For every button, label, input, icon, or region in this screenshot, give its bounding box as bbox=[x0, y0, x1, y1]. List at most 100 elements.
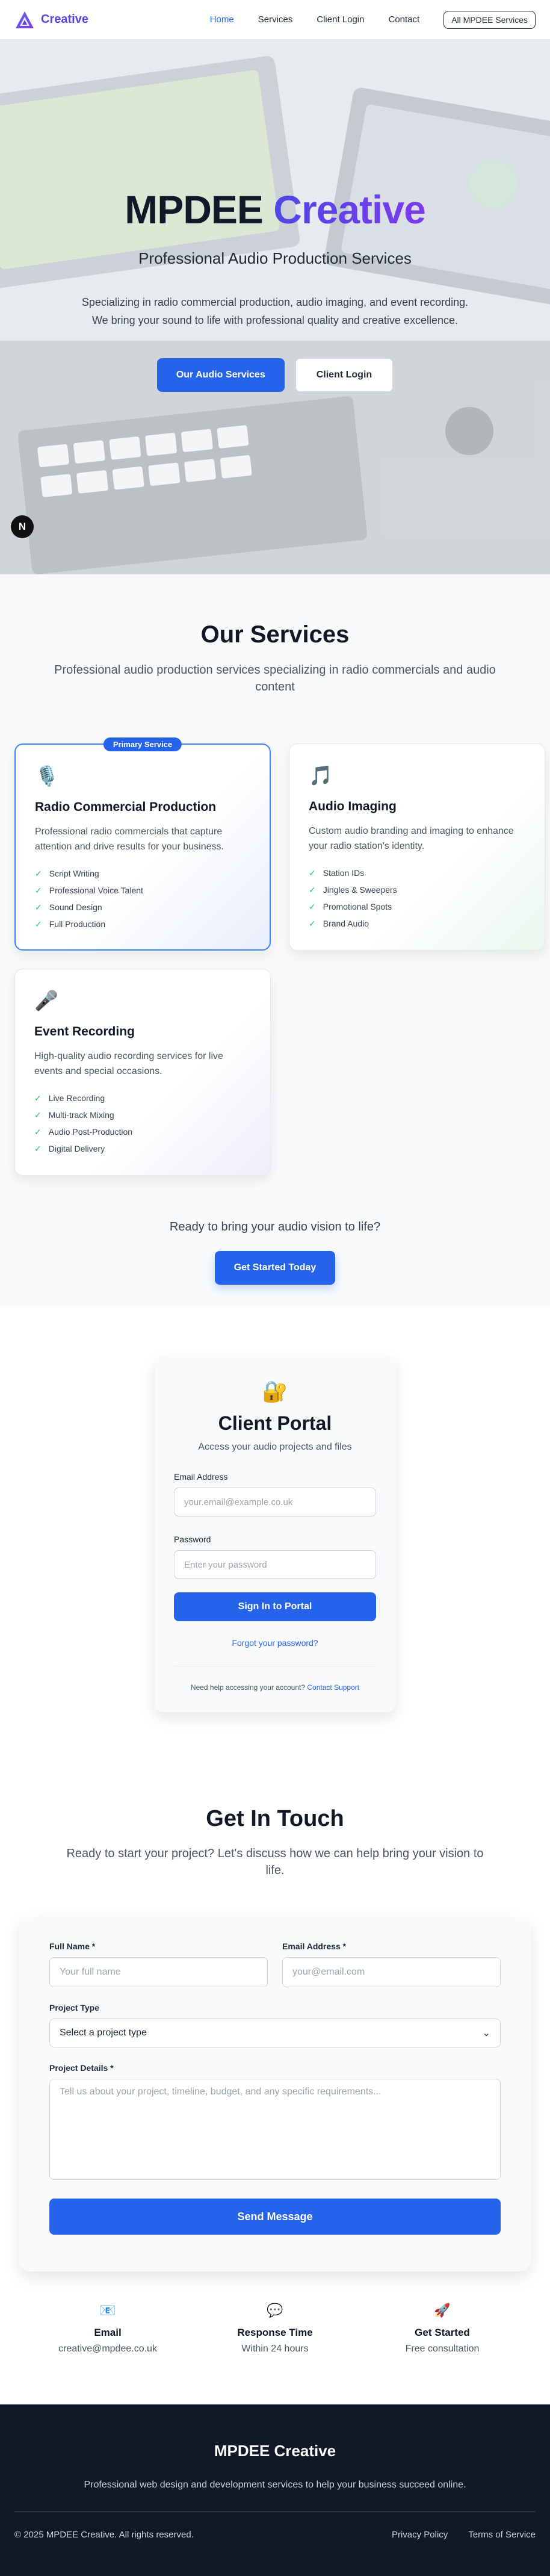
list-item: ✓ Jingles & Sweepers bbox=[309, 881, 525, 898]
info-title: Email bbox=[94, 2327, 122, 2338]
feature-label: Promotional Spots bbox=[323, 902, 392, 911]
contact-subtitle: Ready to start your project? Let's discu… bbox=[66, 1847, 484, 1877]
chevron-down-icon: ⌄ bbox=[482, 2028, 490, 2038]
card-feature-list: ✓ Script Writing ✓ Professional Voice Tale… bbox=[35, 865, 250, 933]
brand-name: Creative bbox=[41, 13, 88, 26]
hero-title-main: MPDEE bbox=[125, 187, 264, 232]
info-value: Free consultation bbox=[405, 2344, 480, 2354]
form-row-name-email: Full Name * Email Address * bbox=[49, 1941, 501, 1987]
brand-logo-icon bbox=[16, 11, 34, 28]
list-item: ✓ Script Writing bbox=[35, 865, 250, 882]
services-section: Our Services Professional audio producti… bbox=[0, 574, 550, 1308]
portal-email-field[interactable] bbox=[174, 1488, 376, 1516]
brand[interactable]: Creative bbox=[14, 10, 88, 30]
full-name-field[interactable] bbox=[49, 1957, 268, 1987]
footer-title: MPDEE Creative bbox=[214, 2442, 336, 2460]
client-portal-card: 🔐 Client Portal Access your audio projec… bbox=[155, 1356, 395, 1712]
list-item: ✓ Sound Design bbox=[35, 899, 250, 916]
info-response-time: 💬 Response Time Within 24 hours bbox=[191, 2303, 359, 2354]
get-started-button[interactable]: Get Started Today bbox=[214, 1251, 336, 1285]
services-subtitle: Professional audio production services s… bbox=[54, 663, 496, 694]
portal-password-field[interactable] bbox=[174, 1550, 376, 1579]
portal-subtitle: Access your audio projects and files bbox=[198, 1442, 352, 1452]
feature-label: Script Writing bbox=[49, 869, 99, 878]
n-badge[interactable]: N bbox=[11, 515, 34, 538]
info-email: 📧 Email creative@mpdee.co.uk bbox=[24, 2303, 191, 2354]
microphone-studio-icon: 🎙️ bbox=[35, 765, 59, 787]
check-icon: ✓ bbox=[34, 1093, 42, 1103]
services-title: Our Services bbox=[200, 621, 350, 648]
check-icon: ✓ bbox=[35, 885, 42, 895]
list-item: ✓ Station IDs bbox=[309, 864, 525, 881]
lock-icon: 🔐 bbox=[262, 1380, 288, 1403]
nav-links: Home Services Client Login Contact All M… bbox=[210, 10, 536, 29]
hero-buttons: Our Audio Services Client Login bbox=[0, 358, 550, 392]
hero-title-accent: Creative bbox=[273, 187, 425, 232]
info-value[interactable]: creative@mpdee.co.uk bbox=[24, 2344, 191, 2354]
help-label: Need help accessing your account? bbox=[190, 1683, 306, 1692]
check-icon: ✓ bbox=[34, 1143, 42, 1153]
password-label: Password bbox=[174, 1535, 211, 1544]
service-card-radio-commercial: Primary Service 🎙️ Radio Commercial Prod… bbox=[14, 737, 271, 951]
form-col-email: Email Address * bbox=[282, 1941, 501, 1987]
contact-email-field[interactable] bbox=[282, 1957, 501, 1987]
portal-title: Client Portal bbox=[218, 1412, 332, 1434]
service-card-audio-imaging: 🎵 Audio Imaging Custom audio branding an… bbox=[289, 743, 545, 951]
card-description: Professional radio commercials that capt… bbox=[35, 827, 224, 852]
forgot-password-link[interactable]: Forgot your password? bbox=[174, 1638, 376, 1648]
contact-title: Get In Touch bbox=[206, 1806, 344, 1831]
hero-client-login-button[interactable]: Client Login bbox=[295, 358, 394, 392]
check-icon: ✓ bbox=[34, 1126, 42, 1137]
hero-description: Specializing in radio commercial product… bbox=[81, 296, 469, 326]
help-text: Need help accessing your account? Contac… bbox=[174, 1683, 376, 1692]
card-description: High-quality audio recording services fo… bbox=[34, 1051, 223, 1076]
check-icon: ✓ bbox=[34, 1110, 42, 1120]
contact-form: Full Name * Email Address * Project Type… bbox=[19, 1917, 531, 2271]
send-message-button[interactable]: Send Message bbox=[49, 2199, 501, 2235]
card-feature-list: ✓ Live Recording ✓ Multi-track Mixing ✓ Aud… bbox=[34, 1090, 251, 1157]
all-services-button[interactable]: All MPDEE Services bbox=[443, 10, 536, 29]
service-card-event-recording: 🎤 Event Recording High-quality audio rec… bbox=[14, 969, 271, 1176]
list-item: ✓ Multi-track Mixing bbox=[34, 1106, 251, 1123]
nav-link-contact[interactable]: Contact bbox=[388, 14, 419, 25]
feature-label: Live Recording bbox=[48, 1093, 105, 1103]
privacy-policy-link[interactable]: Privacy Policy bbox=[392, 2530, 448, 2540]
terms-of-service-link[interactable]: Terms of Service bbox=[468, 2530, 536, 2540]
email-label: Email Address bbox=[174, 1472, 228, 1482]
email-icon: 📧 bbox=[99, 2303, 116, 2318]
info-title: Get Started bbox=[415, 2327, 470, 2338]
feature-label: Station IDs bbox=[323, 868, 365, 878]
card-description: Custom audio branding and imaging to enh… bbox=[309, 826, 514, 851]
card-feature-list: ✓ Station IDs ✓ Jingles & Sweepers ✓ Promot… bbox=[309, 864, 525, 932]
feature-label: Sound Design bbox=[49, 902, 102, 912]
primary-service-badge: Primary Service bbox=[103, 737, 182, 751]
form-row-details: Project Details * bbox=[49, 2063, 501, 2183]
sign-in-button[interactable]: Sign In to Portal bbox=[174, 1592, 376, 1621]
feature-label: Digital Delivery bbox=[48, 1144, 105, 1153]
project-type-select[interactable]: Select a project type ⌄ bbox=[49, 2019, 501, 2047]
contact-support-link[interactable]: Contact Support bbox=[307, 1683, 359, 1692]
our-audio-services-button[interactable]: Our Audio Services bbox=[156, 358, 285, 392]
feature-label: Multi-track Mixing bbox=[48, 1110, 114, 1120]
card-title: Radio Commercial Production bbox=[35, 800, 217, 814]
nav-link-client-login[interactable]: Client Login bbox=[317, 14, 364, 25]
contact-info-row: 📧 Email creative@mpdee.co.uk 💬 Response … bbox=[0, 2303, 550, 2354]
card-title: Event Recording bbox=[34, 1025, 135, 1038]
nav-link-home[interactable]: Home bbox=[210, 14, 234, 25]
project-type-label: Project Type bbox=[49, 2003, 99, 2013]
nav-link-services[interactable]: Services bbox=[258, 14, 293, 25]
project-type-value: Select a project type bbox=[60, 2028, 147, 2038]
feature-label: Full Production bbox=[49, 919, 106, 929]
list-item: ✓ Digital Delivery bbox=[34, 1140, 251, 1157]
chat-bubble-icon: 💬 bbox=[267, 2303, 283, 2318]
footer-links: Privacy Policy Terms of Service bbox=[392, 2530, 536, 2540]
hero-subtitle: Professional Audio Production Services bbox=[138, 249, 412, 267]
project-details-textarea[interactable] bbox=[49, 2079, 501, 2180]
feature-label: Jingles & Sweepers bbox=[323, 885, 397, 895]
footer-description: Professional web design and development … bbox=[84, 2480, 466, 2490]
footer: MPDEE Creative Professional web design a… bbox=[0, 2404, 550, 2576]
list-item: ✓ Audio Post-Production bbox=[34, 1123, 251, 1140]
cta-button-wrap: Get Started Today bbox=[14, 1251, 536, 1285]
full-name-label: Full Name * bbox=[49, 1941, 96, 1951]
card-title: Audio Imaging bbox=[309, 799, 397, 813]
